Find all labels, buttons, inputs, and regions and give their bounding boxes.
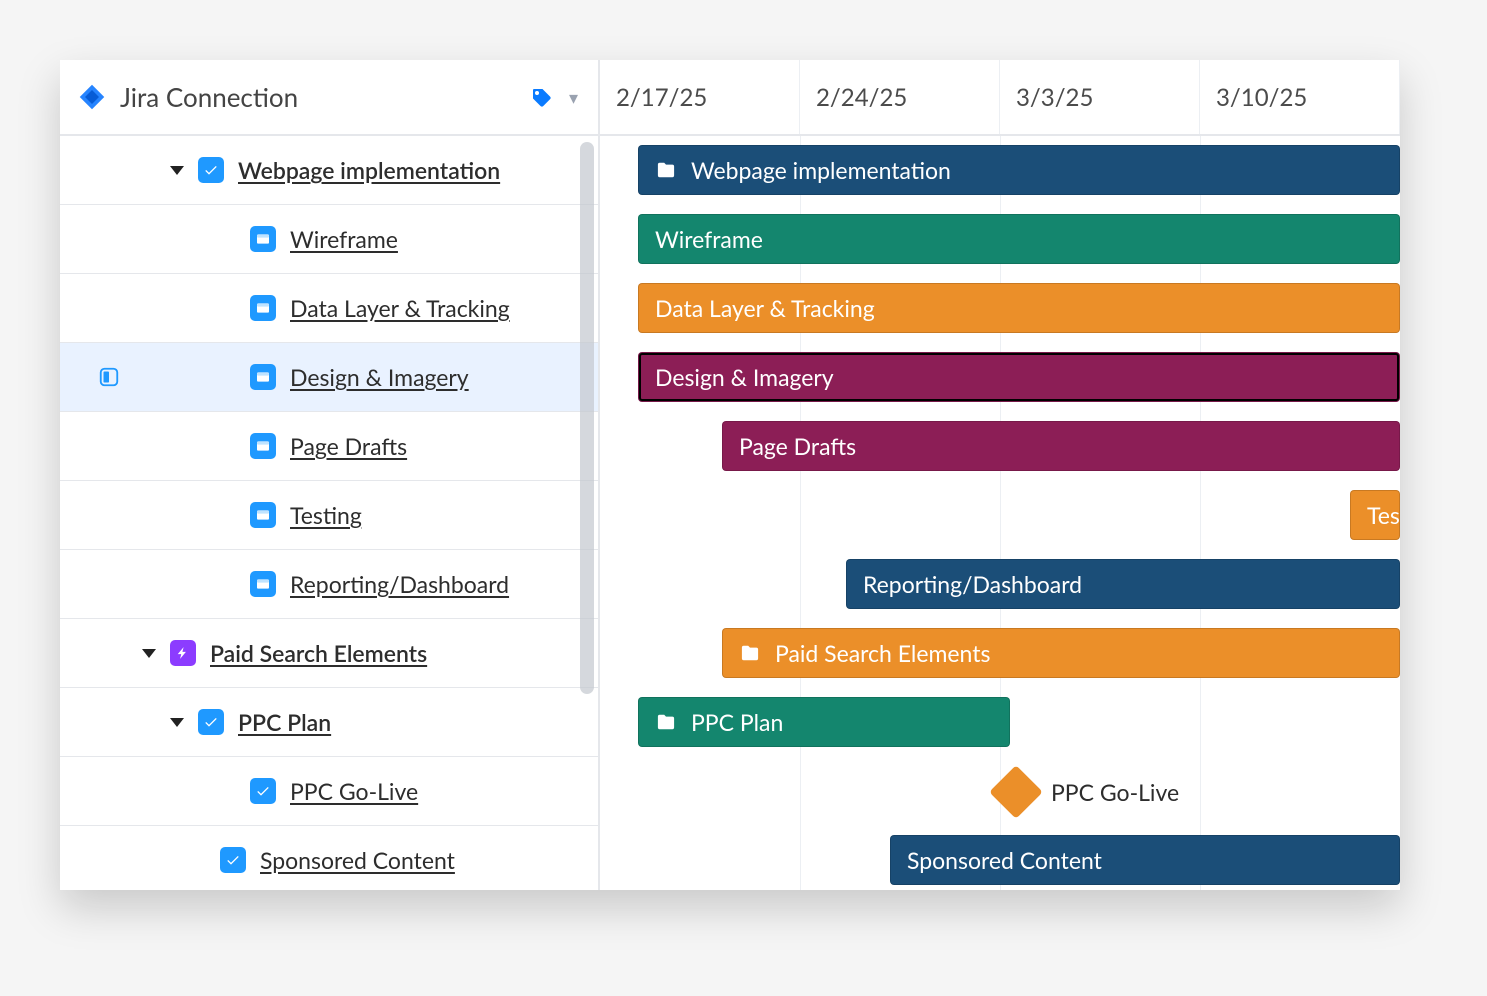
task-row-reporting[interactable]: Reporting/Dashboard [60,550,598,619]
task-label: Sponsored Content [260,846,455,874]
caret-icon[interactable] [170,166,184,175]
task-row-wireframe[interactable]: Wireframe [60,205,598,274]
folder-icon [655,713,677,731]
scrollbar-thumb[interactable] [580,142,594,694]
task-label: Testing [290,501,362,529]
task-label: Paid Search Elements [210,639,427,667]
gantt-bar-data-layer[interactable]: Data Layer & Tracking [638,283,1400,333]
caret-icon[interactable] [170,718,184,727]
task-row-ppc-golive[interactable]: PPC Go-Live [60,757,598,826]
card-icon [250,364,276,390]
task-label: PPC Plan [238,708,331,736]
task-label: Design & Imagery [290,363,469,391]
card-icon [250,433,276,459]
bar-row: Data Layer & Tracking [600,274,1400,343]
task-row-data-layer[interactable]: Data Layer & Tracking [60,274,598,343]
card-icon [250,502,276,528]
gantt-bar-page-drafts[interactable]: Page Drafts [722,421,1400,471]
check-icon [250,778,276,804]
bar-row: Tes [600,481,1400,550]
folder-icon [739,644,761,662]
card-icon [250,295,276,321]
card-icon [250,226,276,252]
caret-icon[interactable] [142,649,156,658]
task-label: Data Layer & Tracking [290,294,510,322]
bar-row: Design & Imagery [600,343,1400,412]
bar-row: PPC Go-Live [600,757,1400,826]
bar-row: Sponsored Content [600,826,1400,890]
tag-icon[interactable] [529,85,553,109]
task-row-design-imagery[interactable]: Design & Imagery [60,343,598,412]
bar-label: Page Drafts [739,432,856,460]
card-icon [250,571,276,597]
bar-label: Paid Search Elements [775,639,990,667]
task-row-testing[interactable]: Testing [60,481,598,550]
bar-row: Page Drafts [600,412,1400,481]
bar-row: PPC Plan [600,688,1400,757]
bar-label: Design & Imagery [655,363,834,391]
bar-label: Sponsored Content [907,846,1102,874]
bar-row: Wireframe [600,205,1400,274]
bar-label: Webpage implementation [691,156,951,184]
gantt-bar-paid-search[interactable]: Paid Search Elements [722,628,1400,678]
task-row-paid-search[interactable]: Paid Search Elements [60,619,598,688]
task-label: Page Drafts [290,432,407,460]
bar-row: Reporting/Dashboard [600,550,1400,619]
gantt-bar-webpage-impl[interactable]: Webpage implementation [638,145,1400,195]
gantt-bar-testing[interactable]: Tes [1350,490,1400,540]
bar-label: PPC Plan [691,708,783,736]
timeline-header: 2/17/252/24/253/3/253/10/25 [600,60,1400,136]
task-label: Wireframe [290,225,398,253]
task-row-ppc-plan[interactable]: PPC Plan [60,688,598,757]
task-row-page-drafts[interactable]: Page Drafts [60,412,598,481]
gantt-bar-sponsored[interactable]: Sponsored Content [890,835,1400,885]
bar-row: Webpage implementation [600,136,1400,205]
bar-label: Reporting/Dashboard [863,570,1082,598]
bar-row: Paid Search Elements [600,619,1400,688]
jira-icon [78,83,106,111]
task-label: Webpage implementation [238,156,500,184]
gantt-bar-reporting[interactable]: Reporting/Dashboard [846,559,1400,609]
sidebar-header: Jira Connection ▾ [60,60,598,136]
task-list: Webpage implementation Wireframe Data Laye… [60,136,598,890]
check-icon [198,709,224,735]
bar-label: Data Layer & Tracking [655,294,875,322]
task-row-webpage-impl[interactable]: Webpage implementation [60,136,598,205]
timeline-bars: Webpage implementation Wireframe Data Laye… [600,136,1400,890]
gantt-chart: 2/17/252/24/253/3/253/10/25 Webpage impl… [600,60,1400,890]
check-icon [198,157,224,183]
panel-icon [96,364,122,390]
gantt-app: Jira Connection ▾ Webpage implementation… [60,60,1400,890]
milestone-label: PPC Go-Live [1051,778,1179,806]
task-row-sponsored[interactable]: Sponsored Content [60,826,598,890]
check-icon [220,847,246,873]
gantt-bar-wireframe[interactable]: Wireframe [638,214,1400,264]
connection-title: Jira Connection [120,81,515,113]
gantt-bar-design-imagery[interactable]: Design & Imagery [638,352,1400,402]
date-column: 3/3/25 [1000,60,1200,134]
milestone-ppc-golive[interactable] [989,765,1043,819]
chevron-down-icon[interactable]: ▾ [567,86,580,109]
task-label: PPC Go-Live [290,777,418,805]
date-column: 3/10/25 [1200,60,1400,134]
bolt-icon [170,640,196,666]
task-label: Reporting/Dashboard [290,570,509,598]
gantt-bar-ppc-plan[interactable]: PPC Plan [638,697,1010,747]
sidebar: Jira Connection ▾ Webpage implementation… [60,60,600,890]
date-column: 2/17/25 [600,60,800,134]
folder-icon [655,161,677,179]
bar-label: Wireframe [655,225,763,253]
date-column: 2/24/25 [800,60,1000,134]
bar-label: Tes [1367,501,1400,529]
